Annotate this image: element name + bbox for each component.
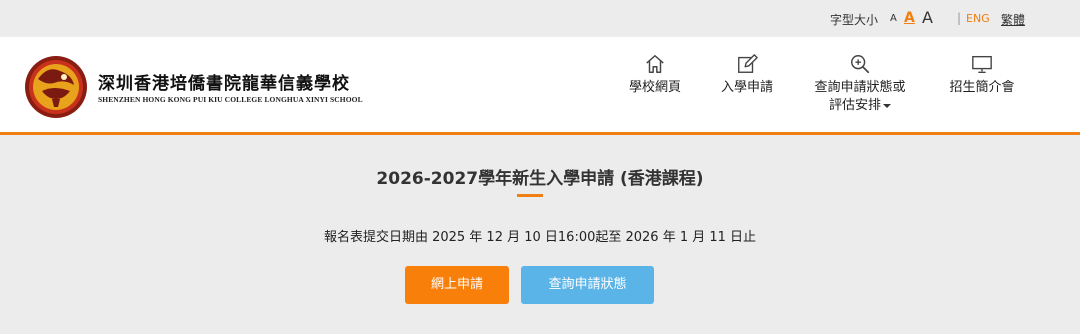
font-size-medium-button[interactable]: A	[904, 10, 915, 26]
font-size-label: 字型大小	[830, 13, 879, 27]
language-separator: |	[957, 11, 962, 25]
nav-label: 入學申請	[720, 80, 773, 95]
main-content: 2026-2027學年新生入學申請 (香港課程) 報名表提交日期由 2025 年…	[0, 138, 1080, 334]
site-header: 深圳香港培僑書院龍華信義學校 SHENZHEN HONG KONG PUI KI…	[0, 37, 1080, 135]
nav-admission-briefing[interactable]: 招生簡介會	[942, 53, 1022, 97]
language-english-link[interactable]: ENG	[966, 12, 990, 25]
language-traditional-chinese-link[interactable]: 繁體	[1001, 11, 1025, 28]
school-name-chinese: 深圳香港培僑書院龍華信義學校	[98, 74, 350, 94]
nav-label-line2: 評估安排	[806, 97, 914, 115]
check-status-button[interactable]: 查詢申請狀態	[521, 266, 654, 304]
page-title: 2026-2027學年新生入學申請 (香港課程)	[376, 169, 704, 189]
top-utility-bar: 字型大小 A A A | ENG 繁體	[0, 0, 1080, 37]
nav-label-line1: 查詢申請狀態或	[814, 80, 906, 95]
school-name-english: SHENZHEN HONG KONG PUI KIU COLLEGE LONGH…	[98, 95, 363, 104]
monitor-icon	[972, 55, 992, 73]
caret-down-icon	[883, 103, 891, 108]
edit-icon	[738, 54, 758, 73]
nav-label: 招生簡介會	[949, 80, 1015, 95]
search-plus-icon	[851, 55, 870, 74]
title-underline-divider	[517, 194, 543, 197]
nav-application-status-dropdown[interactable]: 查詢申請狀態或 評估安排	[806, 53, 914, 115]
font-size-small-button[interactable]: A	[890, 13, 897, 24]
nav-admission-application[interactable]: 入學申請	[714, 53, 780, 97]
submission-deadline-text: 報名表提交日期由 2025 年 12 月 10 日16:00起至 2026 年 …	[323, 230, 757, 245]
online-apply-button[interactable]: 網上申請	[405, 266, 509, 304]
school-logo[interactable]	[24, 55, 88, 119]
font-size-large-button[interactable]: A	[922, 8, 933, 27]
nav-label: 學校網頁	[628, 80, 681, 95]
nav-school-website[interactable]: 學校網頁	[622, 53, 688, 97]
nav-label-line2-text: 評估安排	[828, 98, 881, 113]
home-icon	[646, 55, 664, 73]
